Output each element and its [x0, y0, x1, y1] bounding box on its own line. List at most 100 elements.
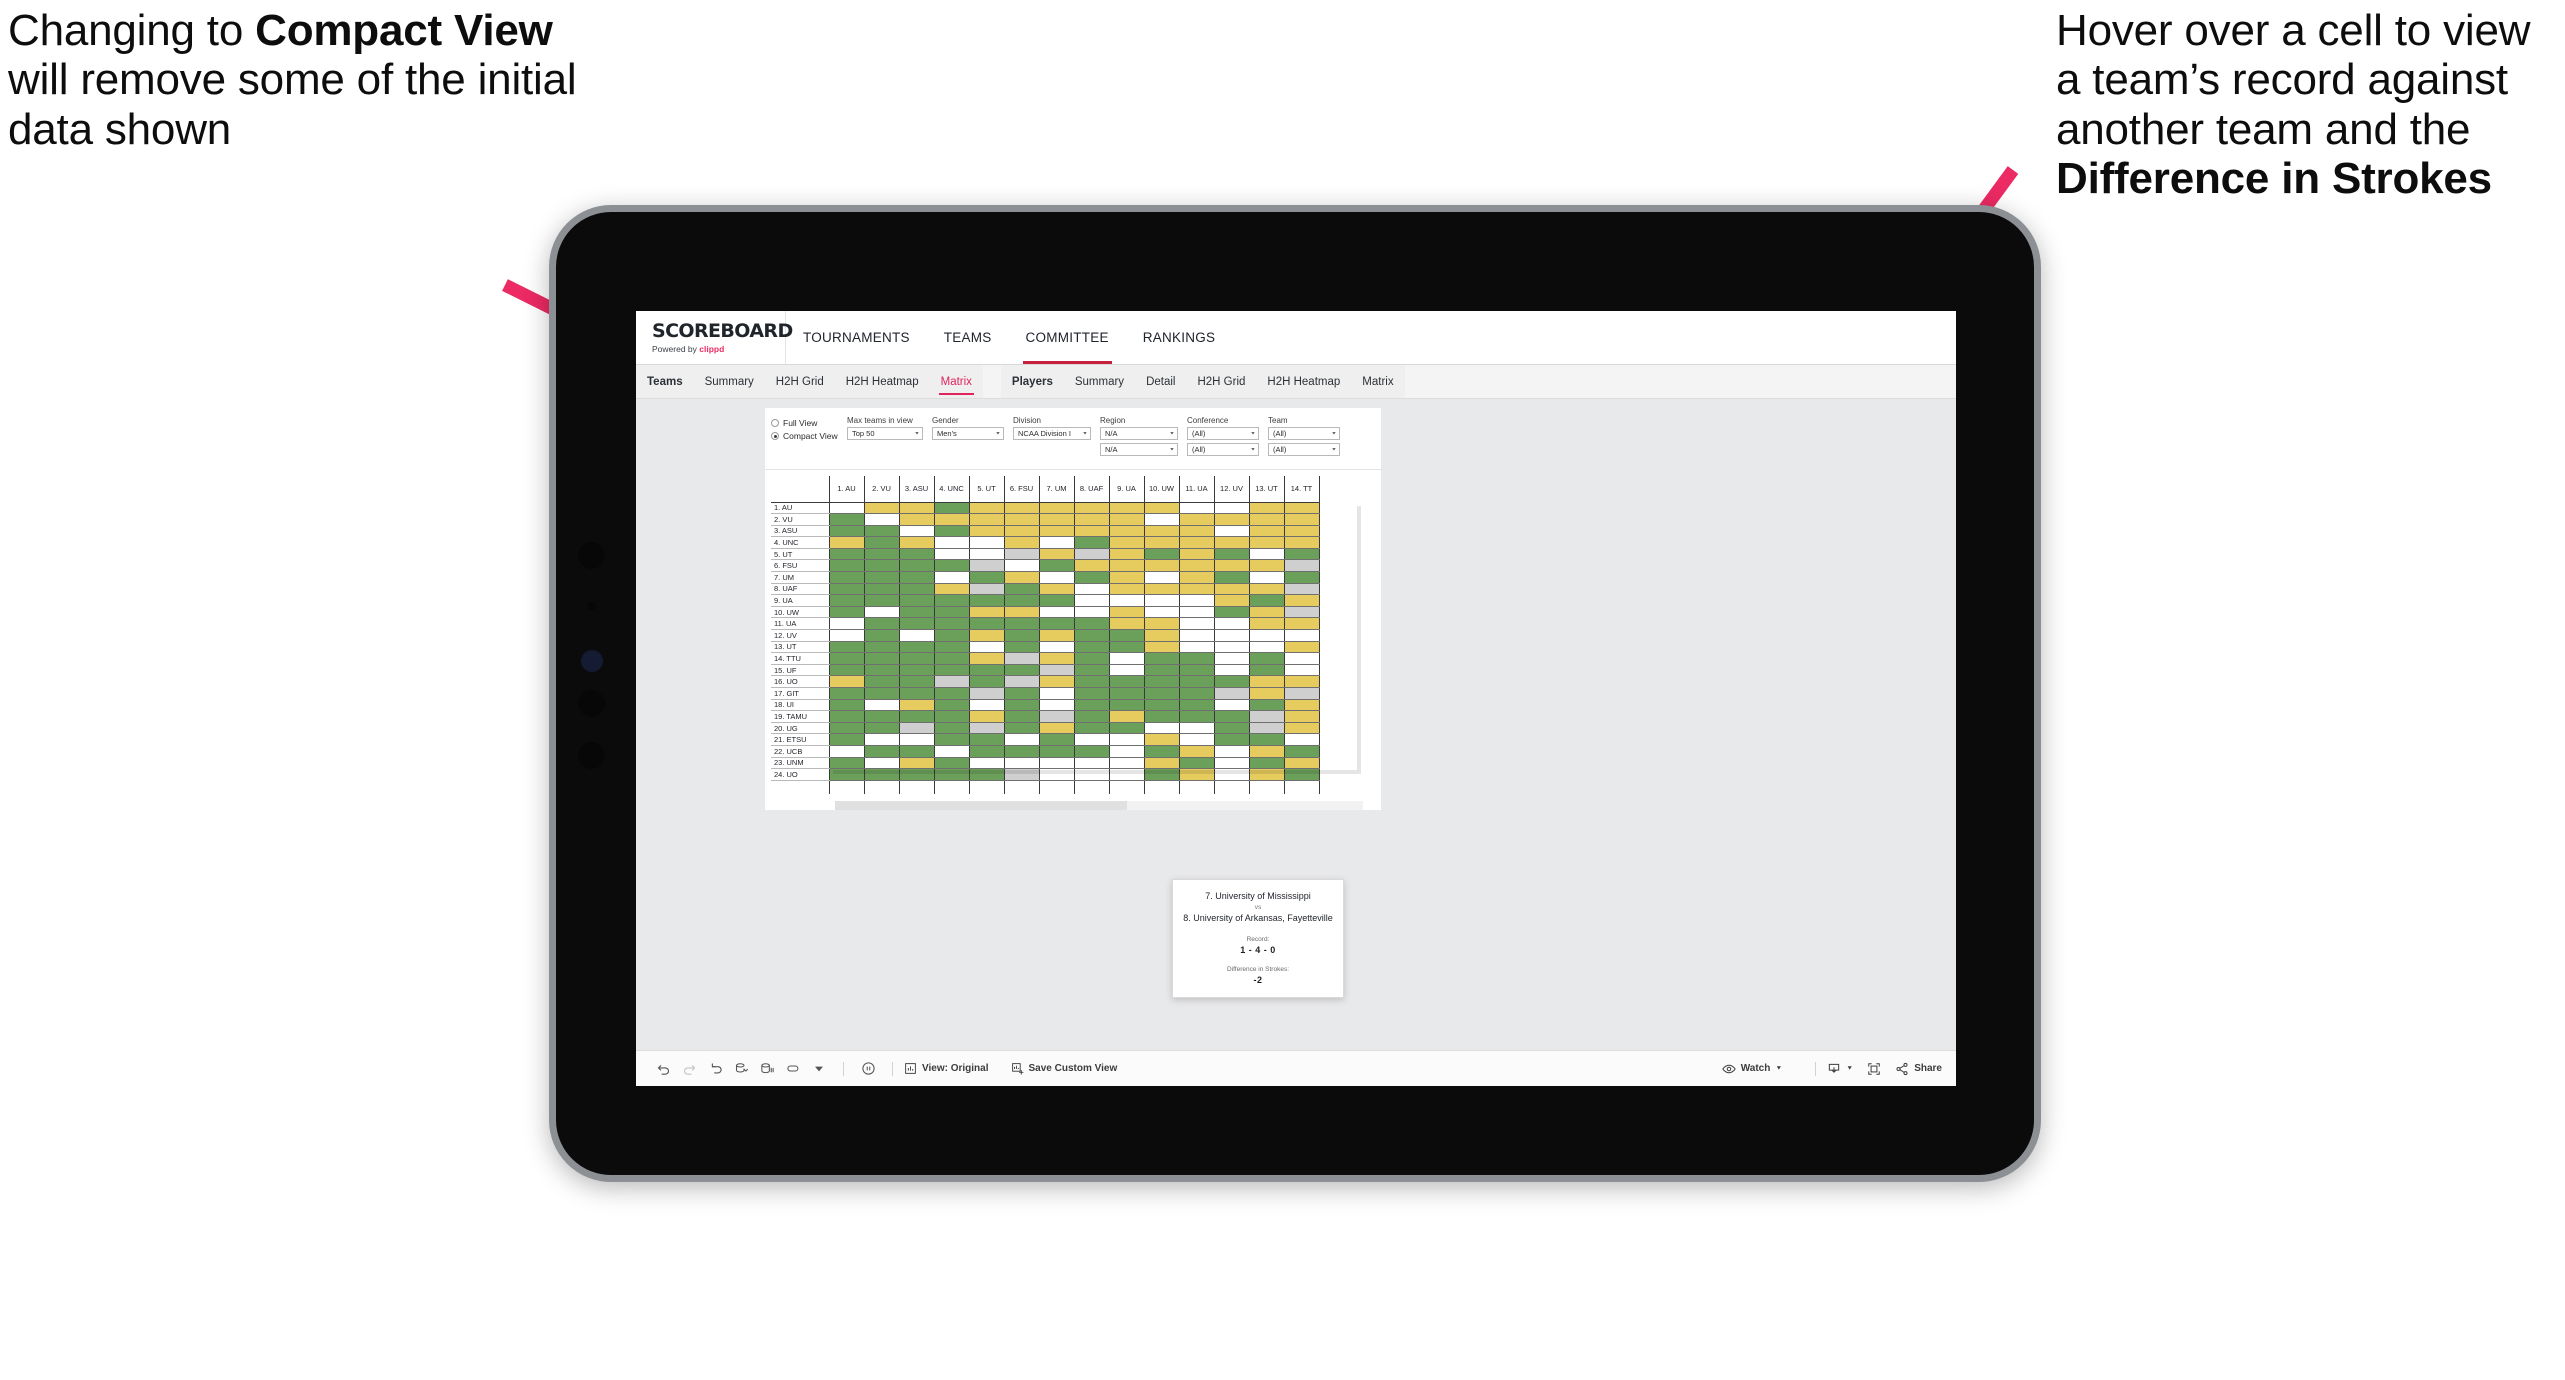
matrix-row-header[interactable]: 6. FSU — [771, 559, 830, 573]
save-custom-view-button[interactable]: Save Custom View — [1011, 1062, 1117, 1075]
matrix-cell[interactable] — [969, 768, 1005, 781]
matrix-cell[interactable] — [1214, 641, 1250, 654]
matrix-cell[interactable] — [1249, 594, 1285, 607]
undo-icon[interactable] — [650, 1056, 676, 1082]
matrix-cell[interactable] — [1004, 687, 1040, 700]
matrix-cell[interactable] — [1144, 559, 1180, 573]
matrix-col-header[interactable]: 10. UW — [1144, 476, 1180, 503]
matrix-cell[interactable] — [1179, 571, 1215, 584]
matrix-cell[interactable] — [1249, 768, 1285, 781]
matrix-cell[interactable] — [1144, 606, 1180, 619]
matrix-cell[interactable] — [1039, 710, 1075, 723]
matrix-cell[interactable] — [934, 629, 970, 642]
matrix-row-header[interactable]: 17. GIT — [771, 687, 830, 700]
matrix-cell[interactable] — [1249, 652, 1285, 665]
matrix-cell[interactable] — [899, 594, 935, 607]
matrix-cell[interactable] — [1214, 710, 1250, 723]
matrix-row-header[interactable]: 13. UT — [771, 641, 830, 654]
matrix-cell[interactable] — [1214, 606, 1250, 619]
matrix-cell[interactable] — [1249, 641, 1285, 654]
matrix-cell[interactable] — [1039, 594, 1075, 607]
matrix-cell[interactable] — [934, 768, 970, 781]
matrix-cell[interactable] — [829, 641, 865, 654]
conference-select-1[interactable]: (All) ▼ — [1187, 427, 1259, 440]
matrix-cell[interactable] — [1249, 710, 1285, 723]
matrix-cell[interactable] — [1144, 722, 1180, 735]
matrix-cell[interactable] — [1179, 536, 1215, 549]
matrix-cell[interactable] — [934, 594, 970, 607]
matrix-cell[interactable] — [1179, 617, 1215, 631]
matrix-cell[interactable] — [1144, 710, 1180, 723]
matrix-cell[interactable] — [1109, 559, 1145, 573]
matrix-cell[interactable] — [1249, 745, 1285, 758]
matrix-cell[interactable] — [969, 710, 1005, 723]
matrix-cell[interactable] — [829, 502, 865, 515]
matrix-cell[interactable] — [1284, 617, 1320, 631]
matrix-cell[interactable] — [934, 617, 970, 631]
matrix-cell[interactable] — [969, 641, 1005, 654]
matrix-cell[interactable] — [1109, 722, 1145, 735]
matrix-cell[interactable] — [1109, 664, 1145, 677]
matrix-cell[interactable] — [1004, 710, 1040, 723]
matrix-row-header[interactable]: 24. UO — [771, 768, 830, 781]
matrix-row-header[interactable]: 19. TAMU — [771, 710, 830, 723]
matrix-cell[interactable] — [969, 513, 1005, 526]
matrix-cell[interactable] — [1284, 745, 1320, 758]
subnav-teams-summary[interactable]: Summary — [694, 365, 765, 398]
matrix-cell[interactable] — [1144, 594, 1180, 607]
matrix-cell[interactable] — [934, 583, 970, 596]
matrix-cell[interactable] — [969, 594, 1005, 607]
matrix-cell[interactable] — [1144, 617, 1180, 631]
matrix-cell[interactable] — [899, 768, 935, 781]
matrix-cell[interactable] — [899, 722, 935, 735]
matrix-col-header[interactable]: 2. VU — [864, 476, 900, 503]
matrix-cell[interactable] — [969, 699, 1005, 712]
matrix-cell[interactable] — [1144, 629, 1180, 642]
matrix-cell[interactable] — [864, 768, 900, 781]
watch-button[interactable]: Watch ▼ — [1721, 1062, 1782, 1076]
matrix-cell[interactable] — [1179, 675, 1215, 688]
matrix-cell[interactable] — [969, 606, 1005, 619]
matrix-cell[interactable] — [1039, 733, 1075, 746]
matrix-row-header[interactable]: 18. UI — [771, 699, 830, 712]
matrix-cell[interactable] — [969, 722, 1005, 735]
matrix-cell[interactable] — [829, 687, 865, 700]
matrix-cell[interactable] — [1284, 559, 1320, 573]
subnav-teams-matrix[interactable]: Matrix — [930, 365, 983, 398]
matrix-cell[interactable] — [1144, 699, 1180, 712]
pause-auto-update-icon[interactable] — [855, 1056, 881, 1082]
matrix-cell[interactable] — [934, 664, 970, 677]
matrix-cell[interactable] — [1039, 536, 1075, 549]
matrix-cell[interactable] — [1214, 559, 1250, 573]
matrix-cell[interactable] — [969, 629, 1005, 642]
matrix-cell[interactable] — [969, 536, 1005, 549]
matrix-cell[interactable] — [829, 513, 865, 526]
matrix-cell[interactable] — [1179, 641, 1215, 654]
matrix-cell[interactable] — [1284, 502, 1320, 515]
matrix-cell[interactable] — [1004, 641, 1040, 654]
matrix-cell[interactable] — [934, 687, 970, 700]
matrix-cell[interactable] — [1039, 513, 1075, 526]
matrix-cell[interactable] — [1144, 583, 1180, 596]
matrix-cell[interactable] — [1284, 606, 1320, 619]
matrix-row-header[interactable]: 23. UNM — [771, 757, 830, 770]
matrix-cell[interactable] — [1109, 641, 1145, 654]
matrix-cell[interactable] — [1039, 757, 1075, 770]
matrix-cell[interactable] — [1284, 710, 1320, 723]
matrix-cell[interactable] — [1249, 502, 1285, 515]
subnav-players-h2h-grid[interactable]: H2H Grid — [1186, 365, 1256, 398]
matrix-cell[interactable] — [969, 548, 1005, 561]
matrix-cell[interactable] — [1039, 525, 1075, 538]
matrix-cell[interactable] — [1144, 536, 1180, 549]
matrix-cell[interactable] — [864, 594, 900, 607]
matrix-cell[interactable] — [1109, 710, 1145, 723]
matrix-cell[interactable] — [1284, 536, 1320, 549]
subnav-players-detail[interactable]: Detail — [1135, 365, 1186, 398]
matrix-cell[interactable] — [934, 745, 970, 758]
matrix-cell[interactable] — [1074, 652, 1110, 665]
matrix-cell[interactable] — [1074, 548, 1110, 561]
matrix-cell[interactable] — [899, 641, 935, 654]
matrix-cell[interactable] — [1039, 699, 1075, 712]
matrix-cell[interactable] — [1284, 768, 1320, 781]
matrix-cell[interactable] — [899, 733, 935, 746]
